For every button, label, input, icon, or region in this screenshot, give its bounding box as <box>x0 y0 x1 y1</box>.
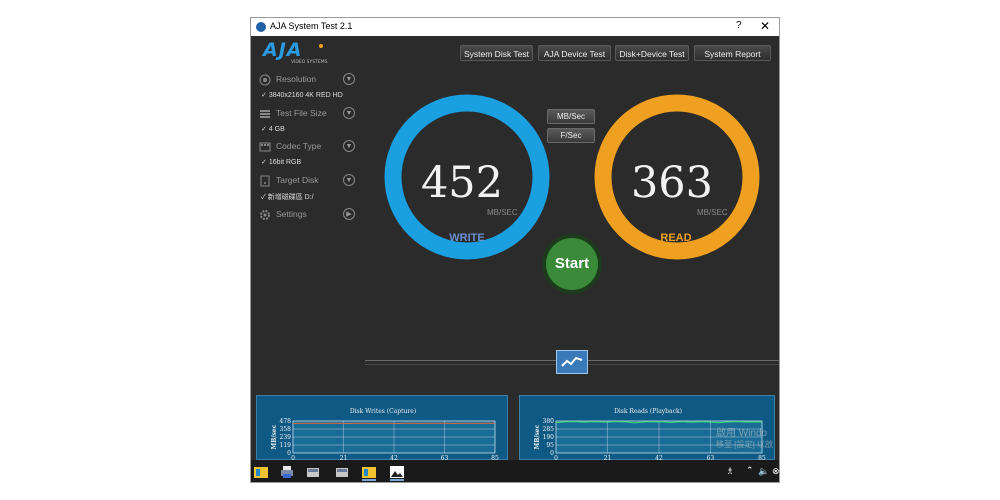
explorer-icon[interactable] <box>254 465 268 479</box>
tab-aja-device-test[interactable]: AJA Device Test <box>538 45 611 61</box>
check-icon: ✓ <box>261 126 267 133</box>
tab-disk-device-test[interactable]: Disk+Device Test <box>615 45 689 61</box>
svg-text:AJA: AJA <box>261 40 302 61</box>
disk-icon <box>260 175 270 187</box>
start-button[interactable]: Start <box>542 234 602 294</box>
settings-label: Settings <box>276 209 307 219</box>
tab-system-report[interactable]: System Report <box>694 45 771 61</box>
window-title: AJA System Test 2.1 <box>270 21 353 31</box>
codec-type-value: ✓ 16bit RGB <box>261 158 301 166</box>
printer-icon[interactable] <box>280 465 294 479</box>
chevron-up-icon[interactable]: ⌃ <box>746 465 754 476</box>
aja-logo: AJA VIDEO SYSTEMS <box>261 39 351 65</box>
disk-writes-chart-panel: Disk Writes (Capture) 478 358 239 119 0 0 21 42… <box>256 395 508 461</box>
settings-setting[interactable]: Settings ▶ <box>259 207 359 223</box>
check-icon: ✓ <box>261 159 267 166</box>
disk-tool-icon[interactable] <box>335 465 349 479</box>
disk-writes-y-tick-label: 358 <box>280 426 292 433</box>
check-icon: ✓ <box>261 194 266 201</box>
write-unit: MB/SEC <box>487 208 518 217</box>
app-icon <box>256 22 266 32</box>
target-disk-dropdown-chevron-icon[interactable]: ▼ <box>343 174 355 186</box>
disk-reads-y-tick-label: 380 <box>543 418 555 425</box>
read-value: 363 <box>630 158 714 208</box>
people-icon[interactable]: ♗ <box>726 466 734 477</box>
network-icon[interactable]: ⊗ <box>772 466 779 477</box>
read-label: READ <box>660 232 692 244</box>
codec-type-setting[interactable]: Codec Type ▼ <box>259 139 359 155</box>
target-disk-value: ✓ 新增磁碟區 D:/ <box>261 192 314 202</box>
app-content: AJA VIDEO SYSTEMS System Disk Test AJA D… <box>251 36 779 461</box>
start-button-label: Start <box>546 238 598 290</box>
resolution-icon <box>259 74 271 86</box>
graph-toggle-button[interactable] <box>556 350 588 374</box>
tab-system-disk-test[interactable]: System Disk Test <box>460 45 533 61</box>
watermark-line-2: 移至 [設定] 以啟 <box>716 440 773 449</box>
resolution-dropdown-chevron-icon[interactable]: ▼ <box>343 73 355 85</box>
watermark-line-1: 啟用 Windo <box>716 428 768 439</box>
disk-writes-y-tick-label: 239 <box>280 434 292 441</box>
test-file-size-value: ✓ 4 GB <box>261 125 285 133</box>
codec-icon <box>259 142 271 152</box>
test-file-size-label: Test File Size <box>276 108 327 118</box>
mb-sec-button[interactable]: MB/Sec <box>547 109 595 124</box>
test-file-size-setting[interactable]: Test File Size ▼ <box>259 106 359 122</box>
check-icon: ✓ <box>261 92 267 99</box>
svg-text:VIDEO SYSTEMS: VIDEO SYSTEMS <box>291 59 328 64</box>
windows-activation-watermark: 啟用 Windo 移至 [設定] 以啟 <box>716 428 773 450</box>
close-button[interactable]: ✕ <box>760 19 770 33</box>
test-file-size-value-text: 4 GB <box>268 126 285 133</box>
disk-writes-y-axis-label: MB/sec <box>271 424 278 449</box>
disk-tool-icon[interactable] <box>306 465 320 479</box>
taskbar: ♗ ⌃ 🔈 ⊗ <box>251 460 779 482</box>
chart-line-icon <box>561 356 583 367</box>
resolution-label: Resolution <box>276 74 317 84</box>
target-disk-value-text: 新增磁碟區 D:/ <box>267 194 314 201</box>
title-bar[interactable]: AJA System Test 2.1 ? ✕ <box>251 18 779 36</box>
gear-icon <box>260 210 270 220</box>
disk-reads-y-axis-label: MB/sec <box>534 424 541 449</box>
disk-writes-y-tick-label: 478 <box>280 418 292 425</box>
file-size-icon <box>260 110 270 118</box>
target-disk-label: Target Disk <box>276 175 319 185</box>
app-window: AJA System Test 2.1 ? ✕ AJA VIDEO SYSTEM… <box>250 17 780 483</box>
help-button[interactable]: ? <box>736 20 742 31</box>
resolution-value-text: 3840x2160 4K RED HD <box>268 92 343 99</box>
explorer-icon[interactable] <box>362 465 376 481</box>
volume-icon[interactable]: 🔈 <box>758 466 769 477</box>
write-value: 452 <box>420 158 504 208</box>
read-unit: MB/SEC <box>697 208 728 217</box>
f-sec-button[interactable]: F/Sec <box>547 128 595 143</box>
codec-type-label: Codec Type <box>276 141 322 151</box>
resolution-setting[interactable]: Resolution ▼ <box>259 72 359 88</box>
disk-reads-y-tick-label: 285 <box>543 426 555 433</box>
disk-reads-y-tick-label: 95 <box>546 442 554 449</box>
codec-type-dropdown-chevron-icon[interactable]: ▼ <box>343 140 355 152</box>
disk-writes-chart: 47835823911900 21 42 63 85MB/sec <box>271 418 499 461</box>
target-disk-setting[interactable]: Target Disk ▼ <box>259 173 359 189</box>
disk-reads-y-tick-label: 190 <box>543 434 555 441</box>
disk-writes-y-tick-label: 119 <box>280 442 292 449</box>
settings-chevron-right-icon[interactable]: ▶ <box>343 208 355 220</box>
resolution-value: ✓ 3840x2160 4K RED HD <box>261 91 343 99</box>
write-label: WRITE <box>449 232 485 244</box>
photos-icon[interactable] <box>390 465 404 481</box>
test-file-size-dropdown-chevron-icon[interactable]: ▼ <box>343 107 355 119</box>
codec-type-value-text: 16bit RGB <box>268 159 302 166</box>
